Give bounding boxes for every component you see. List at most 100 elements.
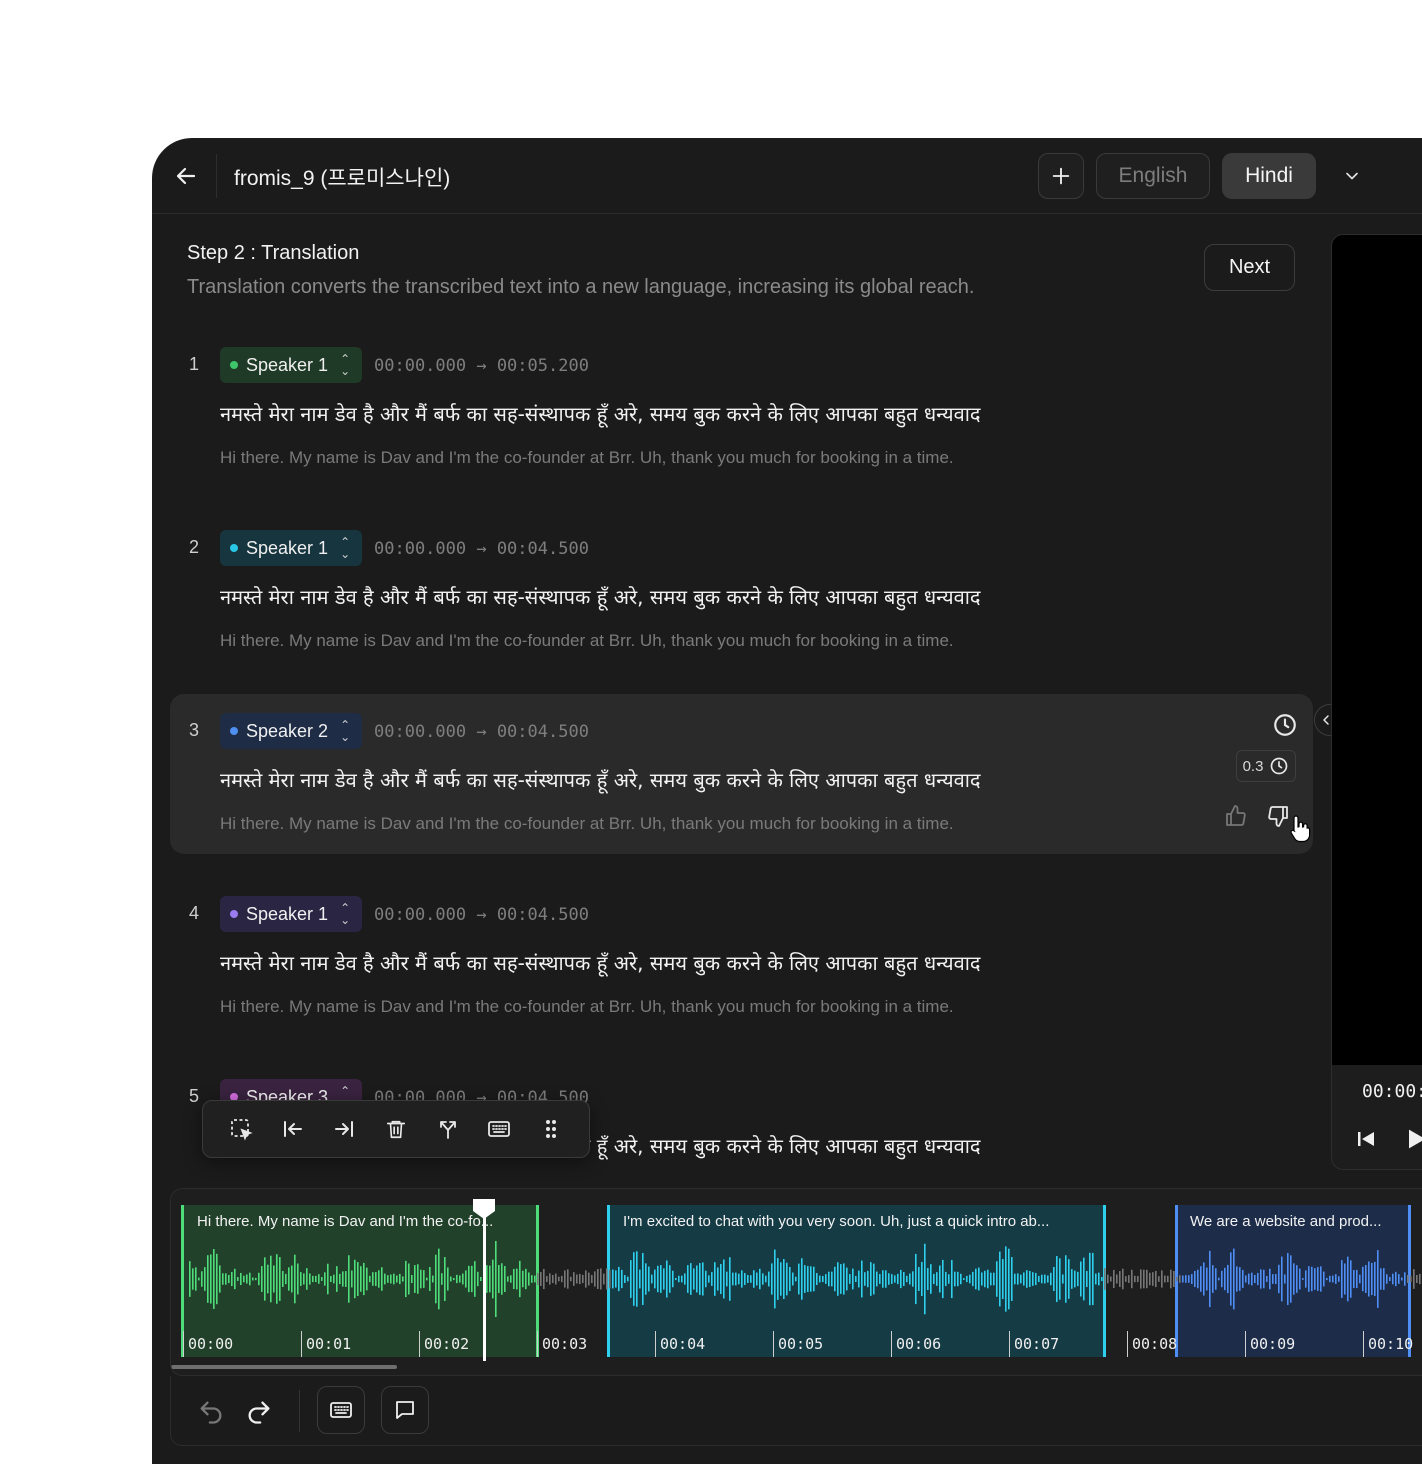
- waveform-bar: [1035, 1272, 1037, 1286]
- translated-text[interactable]: नमस्ते मेरा नाम डेव है और मैं बर्फ का सह…: [220, 949, 981, 976]
- timeline-scrollbar[interactable]: [171, 1365, 397, 1369]
- speaker-select[interactable]: Speaker 2 ⌃ ⌄: [220, 713, 363, 749]
- translated-text[interactable]: नमस्ते मेरा नाम डेव है और मैं बर्फ का सह…: [220, 583, 981, 610]
- waveform-bar: [1395, 1271, 1397, 1287]
- waveform-bar: [813, 1266, 815, 1292]
- segment-row[interactable]: 1 Speaker 1 ⌃ ⌄ 00:00.000 → 00:05.200 नमस…: [170, 328, 1313, 488]
- waveform-bar: [471, 1265, 473, 1293]
- speaker-select[interactable]: Speaker 1 ⌃ ⌄: [220, 530, 363, 566]
- segment-time-range[interactable]: 00:00.000 → 00:04.500: [374, 905, 589, 925]
- waveform-bar: [1245, 1275, 1247, 1283]
- translated-text[interactable]: नमस्ते मेरा नाम डेव है और मैं बर्फ का सह…: [220, 766, 981, 793]
- waveform-bar: [1410, 1276, 1412, 1282]
- waveform-bar: [1263, 1269, 1265, 1289]
- waveform-bar: [1005, 1246, 1007, 1312]
- delete-button[interactable]: [370, 1109, 422, 1149]
- speaker-select[interactable]: Speaker 1 ⌃ ⌄: [220, 896, 363, 932]
- jump-to-end-button[interactable]: [318, 1109, 370, 1149]
- speaker-color-dot: [230, 544, 238, 552]
- waveform-bar: [702, 1262, 704, 1296]
- waveform-bar: [786, 1262, 788, 1296]
- waveform-bar: [990, 1272, 992, 1286]
- keyboard-shortcuts-button[interactable]: [317, 1386, 365, 1434]
- next-button[interactable]: Next: [1204, 244, 1295, 291]
- tick-mark: [655, 1331, 656, 1357]
- language-tab-english[interactable]: English: [1096, 153, 1210, 199]
- select-region-button[interactable]: [215, 1109, 267, 1149]
- waveform-bar: [363, 1262, 365, 1296]
- waveform-bar: [291, 1265, 293, 1293]
- keyboard-icon: [330, 1402, 352, 1418]
- clip-label: Hi there. My name is Dav and I'm the co-…: [197, 1213, 494, 1230]
- undo-icon[interactable]: [197, 1398, 225, 1426]
- waveform-bar: [720, 1264, 722, 1294]
- waveform-bar: [528, 1272, 530, 1286]
- waveform-bar: [963, 1278, 965, 1280]
- keyboard-button[interactable]: [474, 1109, 526, 1149]
- translated-text[interactable]: नमस्ते मेरा नाम डेव है और मैं बर्फ का सह…: [220, 400, 981, 427]
- speaker-color-dot: [230, 361, 238, 369]
- speaker-select[interactable]: Speaker 1 ⌃ ⌄: [220, 347, 363, 383]
- thumbs-up-icon[interactable]: [1224, 804, 1248, 828]
- redo-icon[interactable]: [245, 1398, 273, 1426]
- back-button[interactable]: [166, 156, 206, 196]
- segment-row-active[interactable]: 3 Speaker 2 ⌃ ⌄ 00:00.000 → 00:04.500 नमस…: [170, 694, 1313, 854]
- waveform-bar: [621, 1269, 623, 1289]
- thumbs-down-icon[interactable]: [1266, 804, 1290, 828]
- waveform-bar: [1101, 1277, 1103, 1281]
- waveform-bar: [1314, 1268, 1316, 1290]
- waveform-bar: [303, 1273, 305, 1285]
- waveform-bar: [744, 1273, 746, 1285]
- waveform-bar: [1320, 1266, 1322, 1292]
- segment-row[interactable]: 2 Speaker 1 ⌃ ⌄ 00:00.000 → 00:04.500 नमस…: [170, 511, 1313, 671]
- timing-icon[interactable]: [1272, 712, 1298, 738]
- waveform-bar: [648, 1266, 650, 1292]
- segment-row[interactable]: 4 Speaker 1 ⌃ ⌄ 00:00.000 → 00:04.500 नमस…: [170, 877, 1313, 1037]
- waveform-bar: [285, 1273, 287, 1285]
- waveform-bar: [837, 1262, 839, 1296]
- skip-back-icon[interactable]: [1354, 1127, 1378, 1151]
- split-button[interactable]: [422, 1109, 474, 1149]
- source-text: Hi there. My name is Dav and I'm the co-…: [220, 814, 954, 833]
- segment-number: 5: [189, 1086, 200, 1106]
- waveform-bar: [705, 1270, 707, 1288]
- waveform-bar: [408, 1263, 410, 1295]
- speaker-color-dot: [230, 727, 238, 735]
- segment-time-range[interactable]: 00:00.000 → 00:04.500: [374, 722, 589, 742]
- waveform-bar: [1359, 1274, 1361, 1284]
- jump-to-start-button[interactable]: [267, 1109, 319, 1149]
- waveform-bar: [1203, 1262, 1205, 1296]
- waveform-bar: [819, 1275, 821, 1283]
- waveform-bar: [498, 1264, 500, 1294]
- waveform-bar: [1176, 1276, 1178, 1282]
- language-tab-hindi[interactable]: Hindi: [1222, 153, 1316, 199]
- waveform-bar: [1008, 1248, 1010, 1310]
- waveform-bar: [918, 1267, 920, 1291]
- waveform-bar: [627, 1276, 629, 1282]
- waveform-bar: [525, 1268, 527, 1290]
- waveform-bar: [414, 1265, 416, 1293]
- speed-badge[interactable]: 0.3: [1236, 750, 1296, 782]
- comment-button[interactable]: [381, 1386, 429, 1434]
- play-icon[interactable]: [1402, 1125, 1422, 1153]
- segment-time-range[interactable]: 00:00.000 → 00:05.200: [374, 356, 589, 376]
- waveform-bar: [1029, 1270, 1031, 1288]
- drag-handle[interactable]: [525, 1109, 577, 1149]
- waveform-bar: [816, 1273, 818, 1285]
- tick-label: 00:08: [1132, 1335, 1178, 1353]
- waveform-bar: [1227, 1264, 1229, 1294]
- waveform-bar: [1383, 1268, 1385, 1290]
- waveform-bar: [675, 1277, 677, 1281]
- waveform-bar: [1224, 1267, 1226, 1291]
- waveform-timeline[interactable]: Hi there. My name is Dav and I'm the co-…: [170, 1188, 1422, 1376]
- language-dropdown-button[interactable]: [1332, 156, 1372, 196]
- waveform-bar: [807, 1266, 809, 1292]
- waveform-bar: [276, 1254, 278, 1304]
- editor-window: fromis_9 (프로미스나인) English Hindi Step 2 :…: [152, 138, 1422, 1464]
- waveform-bar: [1254, 1274, 1256, 1284]
- video-preview[interactable]: [1332, 235, 1422, 1065]
- waveform-bar: [921, 1261, 923, 1297]
- add-language-button[interactable]: [1038, 153, 1084, 199]
- waveform-bar: [1389, 1276, 1391, 1282]
- segment-time-range[interactable]: 00:00.000 → 00:04.500: [374, 539, 589, 559]
